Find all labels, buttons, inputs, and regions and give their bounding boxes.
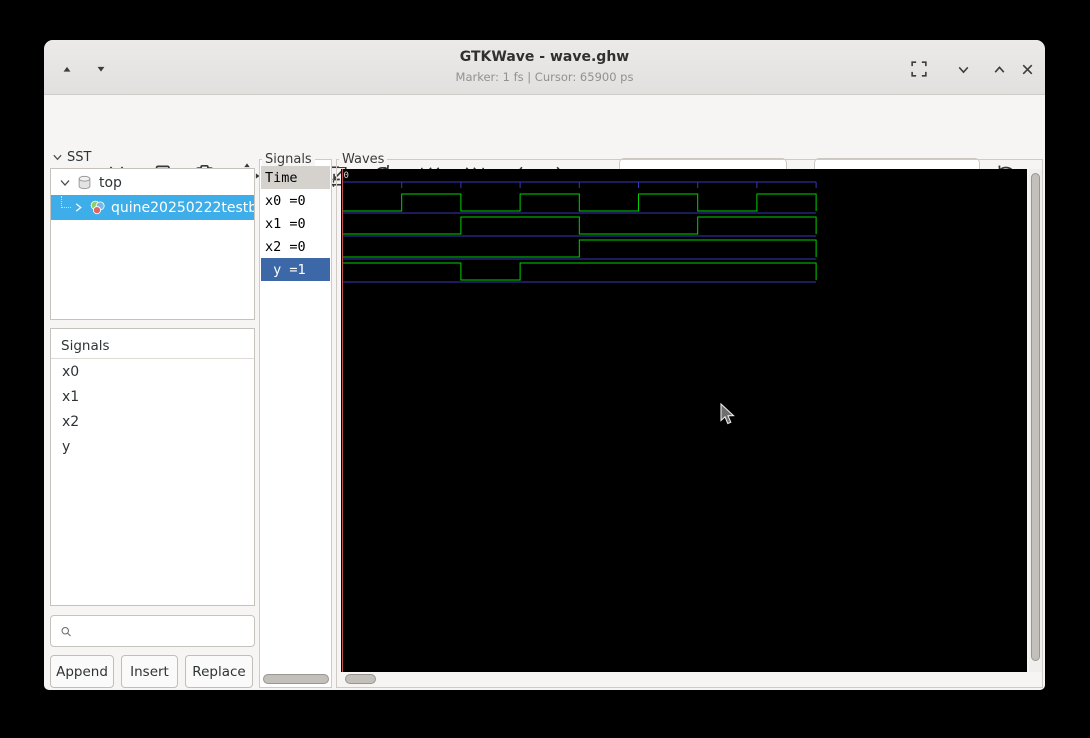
signal-row-x1[interactable]: x1 =0 bbox=[261, 212, 330, 235]
fullscreen-icon bbox=[911, 61, 927, 77]
sst-header[interactable]: SST bbox=[52, 150, 91, 165]
fullscreen-button[interactable] bbox=[910, 60, 928, 78]
close-icon bbox=[1022, 64, 1032, 74]
gtkwave-window: GTKWave - wave.ghw Marker: 1 fs | Cursor… bbox=[44, 40, 1045, 690]
marker-cursor-status: Marker: 1 fs | Cursor: 65900 ps bbox=[455, 70, 634, 84]
signal-row-y[interactable]: y =1 bbox=[261, 258, 330, 281]
svg-text:0: 0 bbox=[344, 171, 349, 181]
mouse-cursor bbox=[720, 403, 735, 425]
tree-connector bbox=[61, 196, 71, 208]
expander-expanded-icon[interactable] bbox=[59, 177, 71, 189]
waves-frame: Waves 0 bbox=[336, 152, 1043, 688]
waves-vscrollbar[interactable] bbox=[1029, 169, 1042, 672]
search-icon bbox=[61, 626, 71, 636]
toolbar: From: To: bbox=[44, 95, 1045, 195]
chevron-down-icon bbox=[53, 154, 62, 161]
titlebar[interactable]: GTKWave - wave.ghw Marker: 1 fs | Cursor… bbox=[44, 40, 1045, 95]
window-title: GTKWave - wave.ghw bbox=[459, 49, 630, 65]
tree-item-testbench[interactable]: quine20250222testbench bbox=[51, 195, 254, 220]
list-item-x0[interactable]: x0 bbox=[51, 359, 254, 384]
signal-values-hscrollbar[interactable] bbox=[263, 674, 329, 684]
sst-label: SST bbox=[67, 150, 92, 165]
signal-row-x2[interactable]: x2 =0 bbox=[261, 235, 330, 258]
signal-values-frame-label: Signals bbox=[262, 152, 315, 167]
signal-row-x0[interactable]: x0 =0 bbox=[261, 189, 330, 212]
tree-item-top[interactable]: top bbox=[51, 170, 254, 195]
minimize-button[interactable] bbox=[954, 60, 972, 78]
module-icon bbox=[90, 200, 105, 215]
list-item-y[interactable]: y bbox=[51, 434, 254, 459]
list-item-x1[interactable]: x1 bbox=[51, 384, 254, 409]
expander-collapsed-icon[interactable] bbox=[73, 202, 84, 213]
append-button[interactable]: Append bbox=[50, 655, 114, 688]
waveform-plot: 0 bbox=[342, 169, 817, 672]
waves-vscrollbar-thumb[interactable] bbox=[1031, 173, 1040, 661]
signal-search-box[interactable] bbox=[50, 615, 255, 647]
signals-list-header: Signals bbox=[51, 329, 254, 359]
close-button[interactable] bbox=[1018, 60, 1036, 78]
signals-list-panel: Signals x0 x1 x2 y bbox=[50, 328, 255, 606]
sst-tree-panel: top quine20250222testbench bbox=[50, 168, 255, 320]
wave-canvas[interactable]: 0 bbox=[341, 169, 1027, 672]
signal-search-input[interactable] bbox=[78, 623, 254, 639]
insert-button[interactable]: Insert bbox=[121, 655, 178, 688]
chevron-up-icon bbox=[994, 65, 1004, 73]
replace-button[interactable]: Replace bbox=[185, 655, 253, 688]
waves-frame-label: Waves bbox=[339, 152, 388, 167]
waves-hscrollbar[interactable] bbox=[345, 674, 376, 684]
database-icon bbox=[78, 175, 91, 190]
signal-values-frame: Signals Time x0 =0 x1 =0 x2 =0 y =1 bbox=[259, 152, 332, 688]
list-item-x2[interactable]: x2 bbox=[51, 409, 254, 434]
tree-item-label: quine20250222testbench bbox=[111, 199, 254, 216]
tree-item-label: top bbox=[99, 174, 122, 191]
desktop: GTKWave - wave.ghw Marker: 1 fs | Cursor… bbox=[0, 0, 1090, 738]
chevron-down-icon bbox=[958, 66, 968, 73]
time-header[interactable]: Time bbox=[261, 166, 330, 189]
maximize-button[interactable] bbox=[990, 60, 1008, 78]
